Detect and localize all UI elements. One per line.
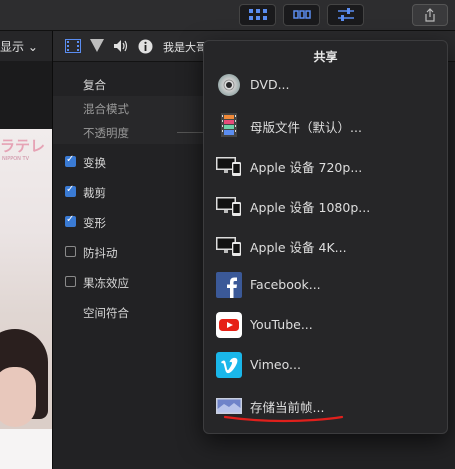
spatial-conform-row[interactable]: 空间符合: [53, 300, 203, 324]
transform-checkbox[interactable]: [65, 154, 76, 167]
vimeo-icon: [216, 352, 242, 378]
filter-icon[interactable]: [90, 39, 104, 52]
compositing-label: 复合: [83, 78, 106, 92]
sliders-icon: [337, 8, 354, 21]
blend-mode-label: 混合模式: [83, 102, 129, 116]
share-dvd-label: DVD...: [250, 77, 290, 92]
red-underline-annotation: [224, 415, 344, 423]
clip-title: 我是大哥: [163, 41, 207, 54]
crop-row[interactable]: 裁剪: [53, 180, 203, 204]
blend-mode-row[interactable]: 混合模式: [53, 96, 203, 120]
opacity-row[interactable]: 不透明度: [53, 120, 207, 144]
share-vimeo-label: Vimeo...: [250, 357, 301, 372]
share-facebook-label: Facebook...: [250, 277, 321, 292]
share-facebook-item[interactable]: Facebook...: [204, 267, 447, 303]
share-master-file-label: 母版文件（默认）...: [250, 120, 362, 135]
stabilization-row[interactable]: 防抖动: [53, 240, 203, 264]
audio-icon[interactable]: [113, 39, 129, 53]
rolling-shutter-checkbox[interactable]: [65, 276, 76, 287]
stabilization-checkbox[interactable]: [65, 246, 76, 257]
dvd-icon: [218, 74, 240, 96]
apple-devices-icon: [216, 197, 241, 216]
distort-label: 变形: [83, 216, 106, 230]
share-menu: 共享 DVD... 母版文件（默认）... Apple 设备 720p... A…: [203, 40, 448, 434]
inspector-layout-button[interactable]: [327, 4, 364, 26]
top-toolbar: [0, 0, 455, 31]
distort-row[interactable]: 变形: [53, 210, 203, 234]
opacity-label: 不透明度: [83, 126, 129, 140]
share-vimeo-item[interactable]: Vimeo...: [204, 347, 447, 383]
master-file-icon: [221, 113, 237, 137]
share-youtube-item[interactable]: YouTube...: [204, 307, 447, 343]
preview-figure-shirt: [0, 429, 52, 469]
spatial-conform-label: 空间符合: [83, 306, 129, 320]
share-master-file-item[interactable]: 母版文件（默认）...: [204, 107, 447, 143]
broadcaster-logo: ラテレ: [0, 137, 46, 155]
video-preview: ラテレ NIPPON TV: [0, 129, 52, 469]
video-inspector-icon[interactable]: [65, 39, 81, 53]
browser-layout-button[interactable]: [239, 4, 276, 26]
view-menu-label[interactable]: 显示 ⌄: [0, 38, 38, 55]
share-youtube-label: YouTube...: [250, 317, 313, 332]
timeline-layout-button[interactable]: [283, 4, 320, 26]
share-dvd-item[interactable]: DVD...: [204, 67, 447, 103]
compositing-section[interactable]: 复合: [53, 72, 203, 96]
distort-checkbox[interactable]: [65, 214, 76, 227]
broadcaster-logo-small: NIPPON TV: [2, 156, 29, 162]
share-apple-720p-label: Apple 设备 720p...: [250, 160, 363, 175]
timeline-icon: [292, 10, 311, 19]
stabilization-label: 防抖动: [83, 246, 118, 260]
youtube-icon: [216, 312, 242, 338]
preview-figure-face: [0, 367, 36, 427]
share-apple-720p-item[interactable]: Apple 设备 720p...: [204, 147, 447, 183]
view-menu[interactable]: 显示 ⌄: [0, 31, 52, 61]
transform-row[interactable]: 变换: [53, 150, 203, 174]
grid-layout-icon: [248, 9, 267, 20]
crop-checkbox[interactable]: [65, 184, 76, 197]
facebook-icon: [216, 272, 242, 298]
crop-label: 裁剪: [83, 186, 106, 200]
share-icon: [425, 8, 435, 22]
share-apple-4k-item[interactable]: Apple 设备 4K...: [204, 227, 447, 263]
share-apple-4k-label: Apple 设备 4K...: [250, 240, 347, 255]
rolling-shutter-row[interactable]: 果冻效应: [53, 270, 203, 294]
share-apple-1080p-item[interactable]: Apple 设备 1080p...: [204, 187, 447, 223]
viewer-pane: 显示 ⌄ ラテレ NIPPON TV: [0, 31, 53, 469]
share-button[interactable]: [412, 4, 448, 26]
apple-devices-icon: [216, 237, 241, 256]
apple-devices-icon: [216, 157, 241, 176]
info-icon[interactable]: [138, 39, 153, 54]
share-menu-title: 共享: [313, 50, 338, 64]
rolling-shutter-label: 果冻效应: [83, 276, 129, 290]
transform-label: 变换: [83, 156, 106, 170]
share-apple-1080p-label: Apple 设备 1080p...: [250, 200, 371, 215]
